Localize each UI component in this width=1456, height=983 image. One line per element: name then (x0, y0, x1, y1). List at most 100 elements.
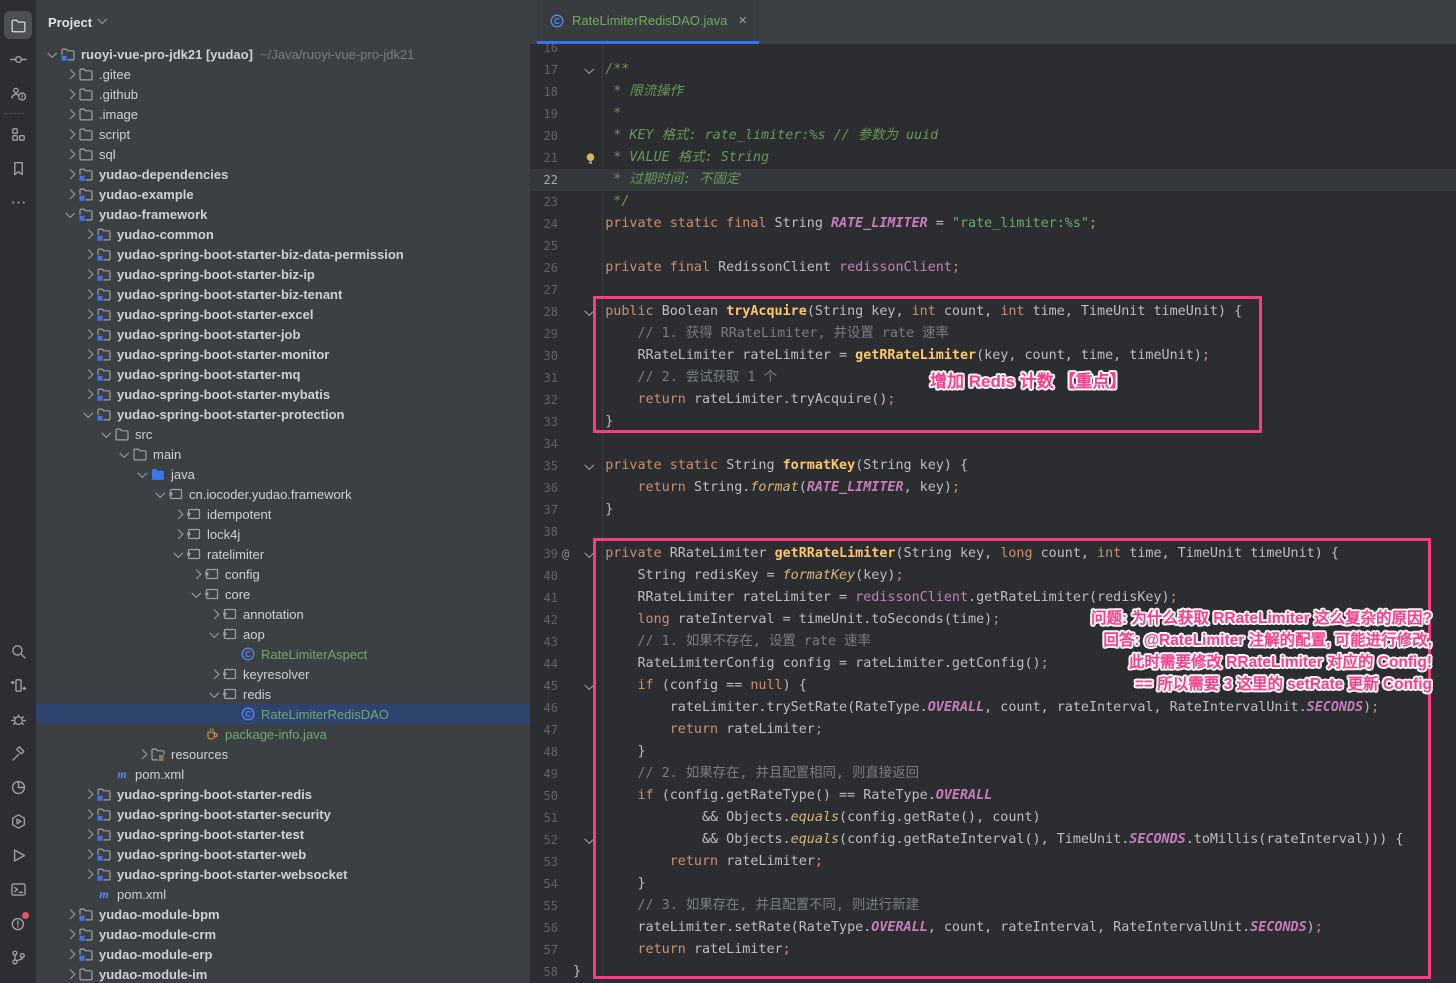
tree-item-lock4j[interactable]: lock4j (36, 524, 530, 544)
code-line-35[interactable]: 35 private static String formatKey(Strin… (530, 455, 1456, 477)
tree-item-core[interactable]: core (36, 584, 530, 604)
code-line-17[interactable]: 17 /** (530, 59, 1456, 81)
line-number[interactable]: 29 (530, 323, 558, 345)
code-line-39[interactable]: 39@ private RRateLimiter getRRateLimiter… (530, 543, 1456, 565)
code-line-30[interactable]: 30 RRateLimiter rateLimiter = getRRateLi… (530, 345, 1456, 367)
line-number[interactable]: 52 (530, 829, 558, 851)
tree-chevron-icon[interactable] (80, 831, 96, 838)
line-number[interactable]: 54 (530, 873, 558, 895)
line-number[interactable]: 27 (530, 279, 558, 301)
line-number[interactable]: 41 (530, 587, 558, 609)
tree-chevron-icon[interactable] (134, 471, 150, 478)
tree-chevron-icon[interactable] (80, 391, 96, 398)
line-number[interactable]: 24 (530, 213, 558, 235)
profiler-icon[interactable] (4, 773, 32, 801)
tree-chevron-icon[interactable] (62, 911, 78, 918)
tree-item-yudao-dependencies[interactable]: yudao-dependencies (36, 164, 530, 184)
code-line-19[interactable]: 19 * (530, 103, 1456, 125)
tree-chevron-icon[interactable] (188, 571, 204, 578)
tree-item-ruoyi-vue-pro-jdk21[interactable]: ruoyi-vue-pro-jdk21 [yudao] ~/Java/ruoyi… (36, 44, 530, 64)
tree-item-yudao-spring-boot-starter-excel[interactable]: yudao-spring-boot-starter-excel (36, 304, 530, 324)
code-line-46[interactable]: 46 rateLimiter.trySetRate(RateType.OVERA… (530, 697, 1456, 719)
code-line-56[interactable]: 56 rateLimiter.setRate(RateType.OVERALL,… (530, 917, 1456, 939)
line-number[interactable]: 21 (530, 147, 558, 169)
code-line-55[interactable]: 55 // 3. 如果存在, 并且配置不同, 则进行新建 (530, 895, 1456, 917)
tree-item-yudao-module-im[interactable]: yudao-module-im (36, 964, 530, 983)
tree-chevron-icon[interactable] (80, 871, 96, 878)
line-number[interactable]: 30 (530, 345, 558, 367)
tree-item-yudao-module-erp[interactable]: yudao-module-erp (36, 944, 530, 964)
code-line-38[interactable]: 38 (530, 521, 1456, 543)
tree-chevron-icon[interactable] (62, 971, 78, 978)
code-line-57[interactable]: 57 return rateLimiter; (530, 939, 1456, 961)
tree-chevron-icon[interactable] (80, 311, 96, 318)
tree-chevron-icon[interactable] (62, 931, 78, 938)
line-number[interactable]: 42 (530, 609, 558, 631)
tree-item-src[interactable]: src (36, 424, 530, 444)
tree-item-yudao-spring-boot-starter-redis[interactable]: yudao-spring-boot-starter-redis (36, 784, 530, 804)
line-number[interactable]: 55 (530, 895, 558, 917)
tree-chevron-icon[interactable] (62, 91, 78, 98)
tree-item-yudao-spring-boot-starter-protection[interactable]: yudao-spring-boot-starter-protection (36, 404, 530, 424)
code-line-26[interactable]: 26 private final RedissonClient redisson… (530, 257, 1456, 279)
tree-item-cn-iocoder-yudao-framework[interactable]: cn.iocoder.yudao.framework (36, 484, 530, 504)
code-line-52[interactable]: 52 && Objects.equals(config.getRateInter… (530, 829, 1456, 851)
tree-chevron-icon[interactable] (62, 211, 78, 218)
line-number[interactable]: 33 (530, 411, 558, 433)
line-number[interactable]: 38 (530, 521, 558, 543)
tree-chevron-icon[interactable] (62, 951, 78, 958)
code-line-34[interactable]: 34 (530, 433, 1456, 455)
line-number[interactable]: 20 (530, 125, 558, 147)
tree-item-yudao-spring-boot-starter-job[interactable]: yudao-spring-boot-starter-job (36, 324, 530, 344)
tree-item--github[interactable]: .github (36, 84, 530, 104)
line-number[interactable]: 53 (530, 851, 558, 873)
tree-chevron-icon[interactable] (170, 511, 186, 518)
line-number[interactable]: 17 (530, 59, 558, 81)
tree-item-yudao-module-crm[interactable]: yudao-module-crm (36, 924, 530, 944)
line-number[interactable]: 36 (530, 477, 558, 499)
tree-chevron-icon[interactable] (80, 351, 96, 358)
code-line-22[interactable]: 22 * 过期时间: 不固定 (530, 169, 1456, 191)
tree-item-yudao-spring-boot-starter-web[interactable]: yudao-spring-boot-starter-web (36, 844, 530, 864)
tree-chevron-icon[interactable] (80, 791, 96, 798)
more-icon[interactable] (4, 188, 32, 216)
tree-item-aop[interactable]: aop (36, 624, 530, 644)
code-line-54[interactable]: 54 } (530, 873, 1456, 895)
tree-chevron-icon[interactable] (80, 851, 96, 858)
structure-icon[interactable] (4, 120, 32, 148)
tree-item-yudao-spring-boot-starter-mybatis[interactable]: yudao-spring-boot-starter-mybatis (36, 384, 530, 404)
bookmarks-icon[interactable] (4, 154, 32, 182)
line-number[interactable]: 40 (530, 565, 558, 587)
code-line-41[interactable]: 41 RRateLimiter rateLimiter = redissonCl… (530, 587, 1456, 609)
tree-chevron-icon[interactable] (206, 611, 222, 618)
tree-item-resources[interactable]: resources (36, 744, 530, 764)
line-number[interactable]: 19 (530, 103, 558, 125)
tree-chevron-icon[interactable] (62, 171, 78, 178)
build-icon[interactable] (4, 739, 32, 767)
tree-item-yudao-framework[interactable]: yudao-framework (36, 204, 530, 224)
tab-ratelimiterredisdao-java[interactable]: C RateLimiterRedisDAO.java × (537, 0, 759, 44)
tree-item-yudao-spring-boot-starter-mq[interactable]: yudao-spring-boot-starter-mq (36, 364, 530, 384)
tree-item-ratelimiteraspect[interactable]: CRateLimiterAspect (36, 644, 530, 664)
tree-chevron-icon[interactable] (44, 51, 60, 58)
line-number[interactable]: 18 (530, 81, 558, 103)
search-icon[interactable] (4, 637, 32, 665)
tree-chevron-icon[interactable] (80, 251, 96, 258)
tree-chevron-icon[interactable] (62, 131, 78, 138)
code-line-20[interactable]: 20 * KEY 格式: rate_limiter:%s // 参数为 uuid (530, 125, 1456, 147)
line-number[interactable]: 39 (530, 543, 558, 565)
tree-chevron-icon[interactable] (170, 551, 186, 558)
line-number[interactable]: 37 (530, 499, 558, 521)
tree-item-idempotent[interactable]: idempotent (36, 504, 530, 524)
line-number[interactable]: 31 (530, 367, 558, 389)
tree-chevron-icon[interactable] (80, 411, 96, 418)
tree-item-java[interactable]: java (36, 464, 530, 484)
code-line-51[interactable]: 51 && Objects.equals(config.getRate(), c… (530, 807, 1456, 829)
line-number[interactable]: 45 (530, 675, 558, 697)
tree-chevron-icon[interactable] (62, 111, 78, 118)
tree-item-yudao-example[interactable]: yudao-example (36, 184, 530, 204)
line-number[interactable]: 49 (530, 763, 558, 785)
line-number[interactable]: 25 (530, 235, 558, 257)
code-line-24[interactable]: 24 private static final String RATE_LIMI… (530, 213, 1456, 235)
tree-chevron-icon[interactable] (80, 291, 96, 298)
